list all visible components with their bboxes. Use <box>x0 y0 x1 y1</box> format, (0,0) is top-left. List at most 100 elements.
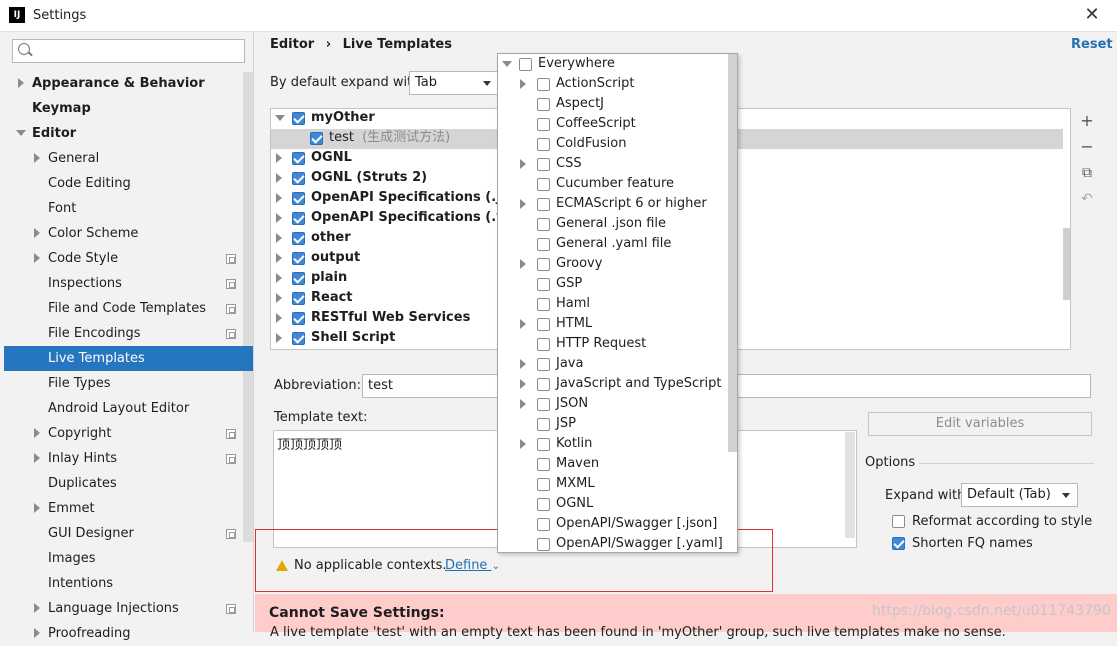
sidebar-item-code-editing[interactable]: Code Editing <box>48 171 131 196</box>
chevron-down-icon[interactable] <box>275 115 285 121</box>
chevron-right-icon[interactable] <box>34 228 40 238</box>
sidebar-item-proofreading[interactable]: Proofreading <box>48 621 131 646</box>
context-checkbox[interactable] <box>537 158 550 171</box>
expand-default-select[interactable]: Tab <box>409 71 499 95</box>
chevron-right-icon[interactable] <box>276 313 282 323</box>
context-checkbox[interactable] <box>537 378 550 391</box>
sidebar-item-file-code-templates[interactable]: File and Code Templates <box>48 296 206 321</box>
sidebar-item-font[interactable]: Font <box>48 196 76 221</box>
chevron-right-icon[interactable] <box>520 439 526 449</box>
context-checkbox[interactable] <box>537 438 550 451</box>
sidebar-item-appearance-behavior[interactable]: Appearance & Behavior <box>32 71 205 96</box>
template-group-checkbox[interactable] <box>292 152 305 165</box>
search-input[interactable] <box>12 39 245 63</box>
context-checkbox[interactable] <box>537 418 550 431</box>
sidebar-item-live-templates[interactable]: Live Templates <box>4 346 253 371</box>
sidebar-item-inspections[interactable]: Inspections <box>48 271 122 296</box>
context-item[interactable]: JSON <box>556 394 588 414</box>
context-item[interactable]: HTTP Request <box>556 334 646 354</box>
context-item[interactable]: JSP <box>556 414 576 434</box>
chevron-right-icon[interactable] <box>276 213 282 223</box>
template-group-checkbox[interactable] <box>292 332 305 345</box>
context-item[interactable]: ECMAScript 6 or higher <box>556 194 707 214</box>
context-item[interactable]: Cucumber feature <box>556 174 674 194</box>
context-checkbox[interactable] <box>537 238 550 251</box>
context-item[interactable]: MXML <box>556 474 595 494</box>
template-group-checkbox[interactable] <box>292 172 305 185</box>
template-group-checkbox[interactable] <box>292 312 305 325</box>
context-checkbox[interactable] <box>537 518 550 531</box>
sidebar-item-intentions[interactable]: Intentions <box>48 571 113 596</box>
context-checkbox[interactable] <box>537 118 550 131</box>
chevron-right-icon[interactable] <box>276 193 282 203</box>
sidebar-item-color-scheme[interactable]: Color Scheme <box>48 221 138 246</box>
chevron-right-icon[interactable] <box>520 359 526 369</box>
context-item[interactable]: OpenAPI/Swagger [.yaml] <box>556 534 723 554</box>
chevron-right-icon[interactable] <box>276 153 282 163</box>
chevron-right-icon[interactable] <box>520 399 526 409</box>
context-item[interactable]: ActionScript <box>556 74 634 94</box>
context-checkbox[interactable] <box>537 258 550 271</box>
chevron-right-icon[interactable] <box>520 379 526 389</box>
template-group-restful[interactable]: RESTful Web Services <box>311 308 470 328</box>
template-group-ognl[interactable]: OGNL <box>311 148 352 168</box>
reset-link[interactable]: Reset <box>1071 37 1113 52</box>
chevron-right-icon[interactable] <box>18 78 24 88</box>
context-item[interactable]: Maven <box>556 454 599 474</box>
sidebar-item-copyright[interactable]: Copyright <box>48 421 112 446</box>
context-checkbox[interactable] <box>537 538 550 551</box>
context-checkbox[interactable] <box>537 98 550 111</box>
chevron-right-icon[interactable] <box>520 159 526 169</box>
reformat-checkbox[interactable] <box>892 515 905 528</box>
template-group-plain[interactable]: plain <box>311 268 347 288</box>
context-item[interactable]: General .json file <box>556 214 666 234</box>
templates-scrollbar[interactable] <box>1063 228 1070 300</box>
sidebar-item-android-layout-editor[interactable]: Android Layout Editor <box>48 396 189 421</box>
context-everywhere[interactable]: Everywhere <box>538 54 615 74</box>
chevron-right-icon[interactable] <box>34 453 40 463</box>
template-text-scrollbar[interactable] <box>845 432 855 538</box>
context-item[interactable]: Groovy <box>556 254 602 274</box>
reformat-label[interactable]: Reformat according to style <box>912 514 1092 529</box>
sidebar-item-language-injections[interactable]: Language Injections <box>48 596 179 621</box>
chevron-right-icon[interactable] <box>520 79 526 89</box>
context-checkbox[interactable] <box>537 78 550 91</box>
sidebar-item-emmet[interactable]: Emmet <box>48 496 95 521</box>
chevron-right-icon[interactable] <box>520 259 526 269</box>
context-checkbox[interactable] <box>537 298 550 311</box>
sidebar-item-file-encodings[interactable]: File Encodings <box>48 321 141 346</box>
chevron-right-icon[interactable] <box>520 199 526 209</box>
chevron-right-icon[interactable] <box>34 428 40 438</box>
context-item[interactable]: OpenAPI/Swagger [.json] <box>556 514 717 534</box>
context-checkbox[interactable] <box>537 318 550 331</box>
sidebar-item-code-style[interactable]: Code Style <box>48 246 118 271</box>
context-checkbox[interactable] <box>537 398 550 411</box>
context-item[interactable]: Java <box>556 354 583 374</box>
sidebar-item-inlay-hints[interactable]: Inlay Hints <box>48 446 117 471</box>
context-item[interactable]: General .yaml file <box>556 234 671 254</box>
chevron-right-icon[interactable] <box>276 333 282 343</box>
chevron-down-icon[interactable] <box>16 130 26 136</box>
template-group-checkbox[interactable] <box>292 232 305 245</box>
chevron-right-icon[interactable] <box>34 153 40 163</box>
add-icon[interactable]: + <box>1078 112 1096 130</box>
context-item[interactable]: ColdFusion <box>556 134 626 154</box>
context-item[interactable]: AspectJ <box>556 94 604 114</box>
chevron-right-icon[interactable] <box>520 319 526 329</box>
context-checkbox[interactable] <box>537 278 550 291</box>
chevron-right-icon[interactable] <box>34 503 40 513</box>
context-checkbox[interactable] <box>537 358 550 371</box>
context-checkbox[interactable] <box>537 498 550 511</box>
sidebar-item-gui-designer[interactable]: GUI Designer <box>48 521 134 546</box>
shorten-fq-checkbox[interactable] <box>892 537 905 550</box>
chevron-right-icon[interactable] <box>276 253 282 263</box>
contexts-popup-scrollbar[interactable] <box>728 54 737 452</box>
chevron-right-icon[interactable] <box>276 273 282 283</box>
context-item[interactable]: Kotlin <box>556 434 592 454</box>
template-item-checkbox[interactable] <box>310 132 323 145</box>
sidebar-item-duplicates[interactable]: Duplicates <box>48 471 117 496</box>
remove-icon[interactable]: − <box>1078 138 1096 156</box>
expand-with-select[interactable]: Default (Tab) <box>961 483 1078 507</box>
context-item[interactable]: JavaScript and TypeScript <box>556 374 721 394</box>
template-group-checkbox[interactable] <box>292 192 305 205</box>
